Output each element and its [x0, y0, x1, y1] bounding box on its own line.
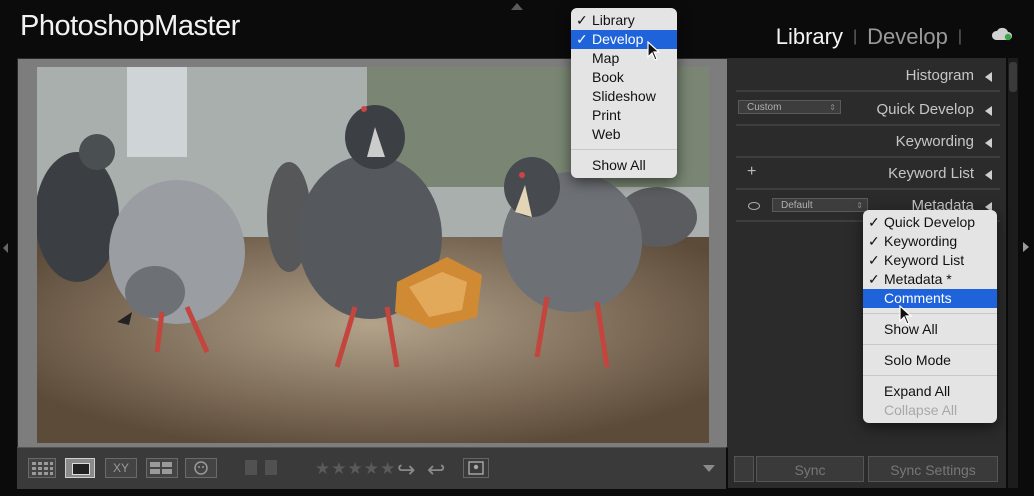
panel-menu-expand-all[interactable]: Expand All — [863, 382, 997, 401]
loupe-icon — [72, 463, 90, 475]
sync-toggle-switch[interactable] — [734, 456, 754, 482]
left-panel-toggle-icon[interactable] — [3, 243, 8, 253]
checkmark-icon: ✓ — [868, 252, 880, 268]
menu-separator — [863, 375, 997, 376]
panel-keywording[interactable]: Keywording — [736, 126, 1000, 158]
sync-button[interactable]: Sync — [756, 456, 864, 482]
module-menu-item-label: Print — [592, 107, 621, 123]
menu-separator — [863, 313, 997, 314]
module-menu-item[interactable]: ✓ Develop — [571, 30, 677, 49]
module-menu: ✓ Library ✓ Develop Map Book Slideshow Print Web… — [571, 8, 677, 178]
panel-keywording-label: Keywording — [895, 133, 974, 150]
sync-row: Sync Sync Settings — [728, 456, 1006, 488]
star-rating[interactable]: ★★★★★ — [315, 459, 396, 479]
checkmark-icon: ✓ — [868, 214, 880, 230]
scrollbar-thumb[interactable] — [1009, 62, 1017, 92]
menu-separator — [863, 344, 997, 345]
panel-keyword-list-label: Keyword List — [888, 165, 974, 182]
panel-menu-item-label: Keywording — [884, 233, 958, 249]
face-icon — [194, 461, 208, 475]
compare-view-button[interactable]: XY — [105, 458, 137, 478]
toolbar-content-chevron-down-icon[interactable] — [703, 465, 715, 472]
select-arrows-icon: ⇕ — [856, 201, 863, 210]
module-picker: Library | Develop | — [776, 24, 972, 50]
module-menu-item-label: Map — [592, 50, 620, 66]
module-menu-item[interactable]: ✓ Library — [571, 11, 677, 30]
module-menu-item[interactable]: Map — [571, 49, 677, 68]
crop-icon — [468, 461, 484, 475]
module-menu-item-label: Book — [592, 69, 624, 85]
panel-quick-develop-label: Quick Develop — [876, 101, 974, 118]
cloud-sync-icon[interactable] — [991, 27, 1013, 41]
module-menu-item-label: Slideshow — [592, 88, 656, 104]
panel-menu-show-all[interactable]: Show All — [863, 320, 997, 339]
quick-develop-preset-value: Custom — [747, 102, 782, 113]
metadata-preset-value: Default — [781, 200, 813, 211]
loupe-view-button[interactable] — [65, 458, 95, 478]
collapse-triangle-icon — [985, 106, 992, 116]
panel-histogram[interactable]: Histogram — [736, 60, 1000, 92]
app-logo: PhotoshopMaster — [20, 10, 240, 42]
grid-icon — [32, 462, 53, 475]
module-menu-item[interactable]: Slideshow — [571, 87, 677, 106]
module-menu-item-label: Web — [592, 126, 621, 142]
panel-keyword-list[interactable]: + Keyword List — [736, 158, 1000, 190]
grid-view-button[interactable] — [28, 458, 56, 478]
panel-menu-item[interactable]: Comments — [863, 289, 997, 308]
module-menu-item[interactable]: Web — [571, 125, 677, 144]
module-library[interactable]: Library — [776, 24, 843, 50]
quick-develop-preset-select[interactable]: Custom ⇕ — [738, 100, 841, 114]
module-separator-trailing: | — [957, 28, 962, 45]
top-bar: PhotoshopMaster Library | Develop | — [0, 0, 1034, 58]
mouse-pointer-icon — [899, 305, 913, 325]
checkmark-icon: ✓ — [576, 31, 588, 47]
panel-menu-item[interactable]: ✓ Quick Develop — [863, 213, 997, 232]
panel-histogram-label: Histogram — [905, 67, 974, 84]
checkmark-icon: ✓ — [868, 233, 880, 249]
panel-quick-develop[interactable]: Custom ⇕ Quick Develop — [736, 94, 1000, 126]
panel-menu-item-label: Keyword List — [884, 252, 965, 268]
panel-menu-item-label: Comments — [884, 290, 952, 306]
module-separator: | — [852, 28, 858, 45]
collapse-triangle-icon — [985, 170, 992, 180]
flag-reject-icon[interactable] — [265, 460, 277, 475]
checkmark-icon: ✓ — [576, 12, 588, 28]
module-menu-item[interactable]: Book — [571, 68, 677, 87]
menu-separator — [571, 149, 677, 150]
toolbar: XY ★★★★★ ↪ ↩ — [17, 447, 726, 489]
survey-view-button[interactable] — [146, 458, 178, 478]
add-keyword-icon[interactable]: + — [747, 163, 756, 181]
eye-icon[interactable] — [748, 202, 760, 210]
rotate-left-icon[interactable]: ↪ — [397, 457, 415, 483]
module-menu-item-label: Develop — [592, 31, 644, 47]
module-develop[interactable]: Develop — [867, 24, 948, 50]
right-panel-toggle-icon[interactable] — [1023, 242, 1029, 252]
panel-menu-collapse-all: Collapse All — [884, 402, 958, 418]
panel-menu-item[interactable]: ✓ Keyword List — [863, 251, 997, 270]
select-arrows-icon: ⇕ — [829, 103, 836, 112]
survey-icon — [150, 462, 172, 474]
crop-overlay-button[interactable] — [463, 458, 489, 478]
sync-settings-button[interactable]: Sync Settings — [868, 456, 998, 482]
panel-context-menu: ✓ Quick Develop ✓ Keywording ✓ Keyword List ✓ M… — [863, 210, 997, 423]
collapse-triangle-icon — [985, 138, 992, 148]
module-menu-item-label: Library — [592, 12, 635, 28]
checkmark-icon: ✓ — [868, 271, 880, 287]
mouse-pointer-icon — [647, 41, 661, 61]
right-panel-scrollbar[interactable] — [1008, 58, 1018, 488]
flag-pick-icon[interactable] — [245, 460, 257, 475]
metadata-preset-select[interactable]: Default ⇕ — [772, 198, 868, 212]
panel-menu-item[interactable]: ✓ Keywording — [863, 232, 997, 251]
people-view-button[interactable] — [185, 458, 217, 478]
panel-menu-solo-mode[interactable]: Solo Mode — [863, 351, 997, 370]
module-menu-item[interactable]: Print — [571, 106, 677, 125]
panel-menu-item-label: Metadata * — [884, 271, 952, 287]
top-panel-toggle-icon[interactable] — [511, 3, 523, 10]
collapse-triangle-icon — [985, 72, 992, 82]
panel-menu-item[interactable]: ✓ Metadata * — [863, 270, 997, 289]
module-menu-show-all[interactable]: Show All — [571, 156, 677, 175]
panel-menu-item-label: Quick Develop — [884, 214, 976, 230]
rotate-right-icon[interactable]: ↩ — [427, 457, 445, 483]
